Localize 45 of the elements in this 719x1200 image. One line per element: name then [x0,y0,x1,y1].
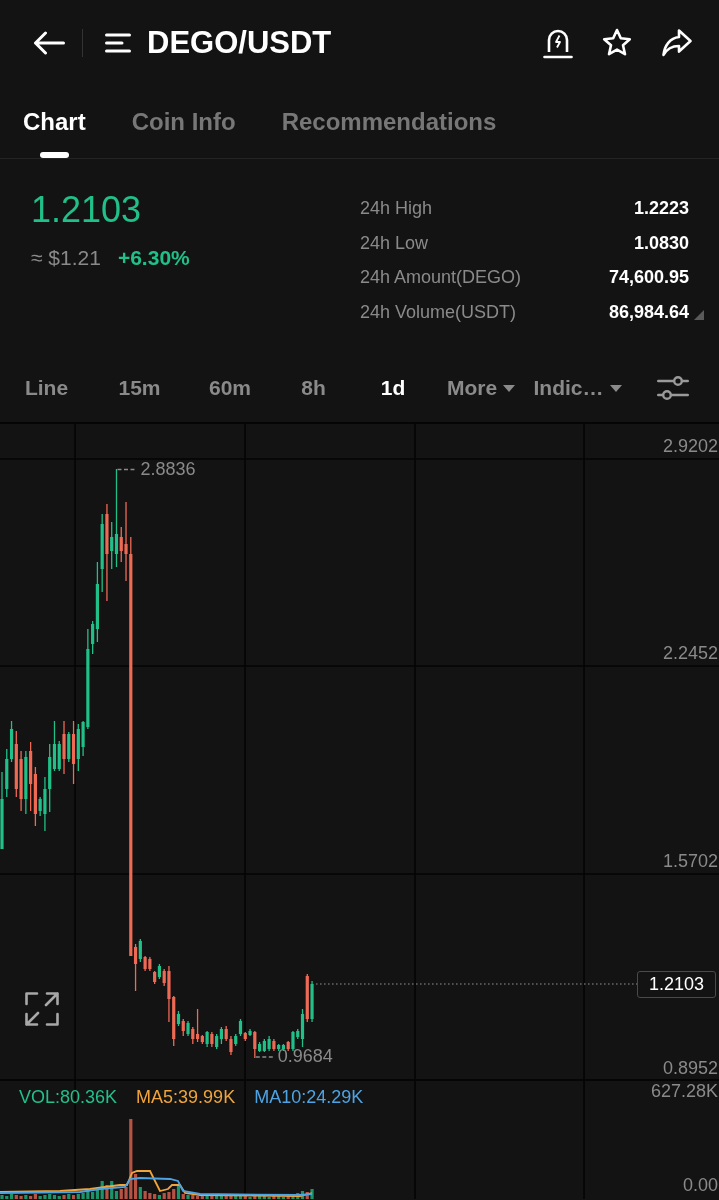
fiat-price: ≈ $1.21 [31,245,101,271]
price-axis-label: 2.9202 [662,435,718,457]
price-change: +6.30% [117,245,190,271]
caret-icon [503,385,516,392]
interval-option[interactable]: Line [24,375,69,401]
tab[interactable]: Recommendations [281,108,497,136]
stat-value: 1.0830 [633,232,689,254]
pair-title[interactable]: DEGO/USDT [147,24,332,61]
menu-icon[interactable] [105,32,131,53]
stat-label: 24h High [360,197,433,219]
stat-value: 86,984.64 [608,301,689,323]
stat-value: 74,600.95 [608,267,689,289]
sliders-icon[interactable] [656,376,689,400]
last-price: 1.2103 [31,191,142,229]
stat-label: 24h Amount(DEGO) [360,267,522,289]
dropdown-button[interactable]: More [446,375,516,401]
caret-icon [609,385,622,392]
indicator-reading: MA10:24.29K [254,1086,364,1108]
last-price-tag: 1.2103 [637,971,716,998]
interval-option[interactable]: 8h [301,375,326,401]
indicator-reading: VOL:80.36K [19,1086,118,1108]
corner-triangle-icon[interactable] [694,310,704,321]
low-price-label: 0.9684 [277,1045,333,1067]
volume-axis-label: 627.28K [650,1081,718,1101]
share-icon[interactable] [661,27,693,58]
stat-label: 24h Low [360,232,429,254]
tab[interactable]: Chart [23,108,86,158]
tab[interactable]: Coin Info [131,108,236,136]
interval-option[interactable]: 1d [380,375,406,401]
stat-value: 1.2223 [633,197,689,219]
volume-axis-label: 0.00 [682,1175,718,1195]
indicator-reading: MA5:39.99K [136,1086,236,1108]
star-icon[interactable] [602,27,632,58]
leader-line [116,468,137,471]
stat-label: 24h Volume(USDT) [360,301,517,323]
interval-option[interactable]: 15m [118,375,161,401]
price-axis-label: 0.8952 [662,1057,718,1080]
price-axis-label: 2.2452 [662,642,718,665]
back-arrow-icon[interactable] [33,30,65,55]
high-price-label: 2.8836 [140,458,196,480]
expand-icon[interactable] [25,992,59,1026]
leader-line [255,1056,275,1058]
interval-option[interactable]: 60m [209,375,251,401]
dropdown-button[interactable]: Indic… [533,375,622,401]
price-axis-label: 1.5702 [662,849,718,872]
